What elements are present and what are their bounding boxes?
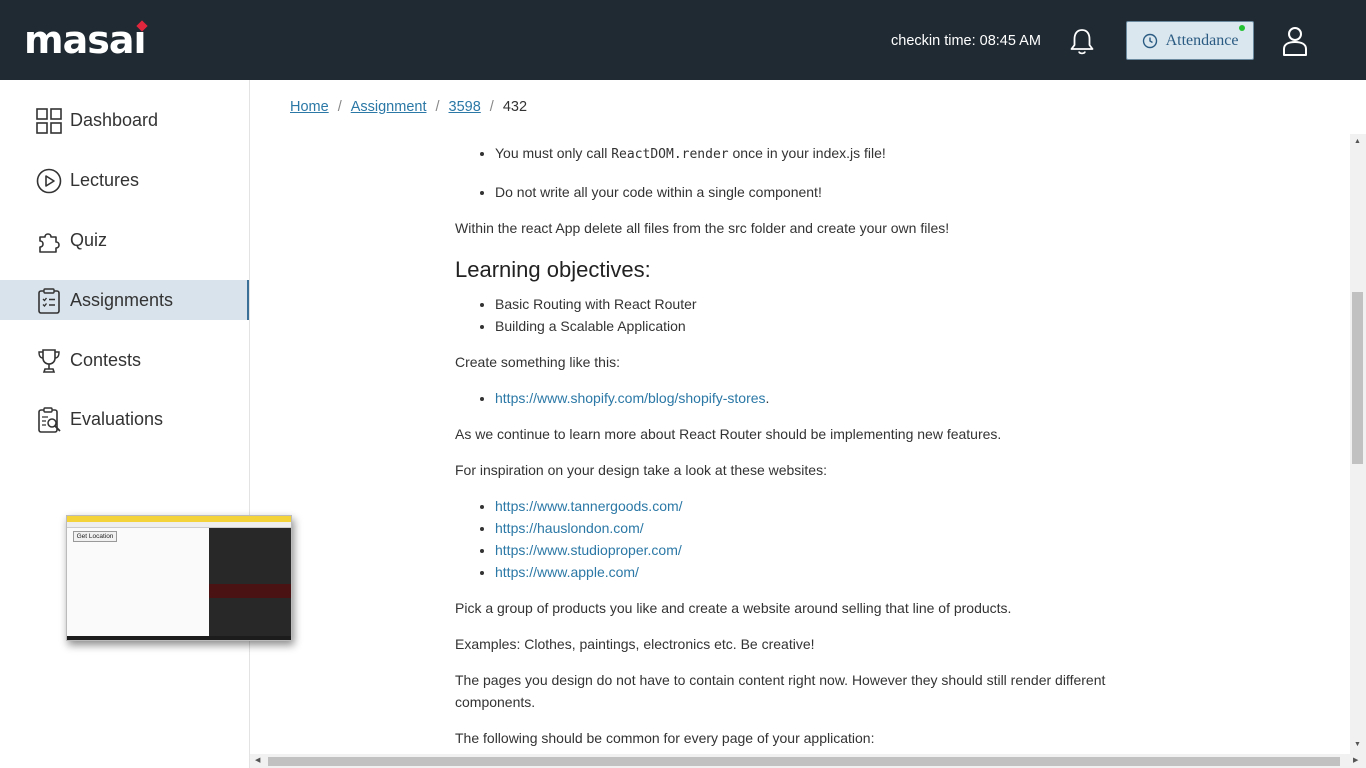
inspiration-link[interactable]: https://www.apple.com/ [495,564,639,580]
scroll-left-arrow-icon[interactable]: ◀ [255,757,260,765]
inline-code: ReactDOM.render [611,147,729,162]
sidebar-item-quiz[interactable]: Quiz [0,220,249,260]
paragraph: Pick a group of products you like and cr… [455,600,1012,616]
horizontal-scroll-thumb[interactable] [268,757,1340,766]
inspiration-item: https://hauslondon.com/ [495,517,1135,539]
grid-icon [36,108,62,134]
example-link[interactable]: https://www.shopify.com/blog/shopify-sto… [495,390,766,406]
clock-icon [1142,33,1157,48]
inspiration-link[interactable]: https://www.tannergoods.com/ [495,498,683,514]
user-icon[interactable] [1282,26,1308,56]
scroll-up-arrow-icon[interactable]: ▲ [1354,138,1361,146]
checkin-time: checkin time: 08:45 AM [891,33,1041,49]
paragraph: For inspiration on your design take a lo… [455,462,827,478]
inspiration-link[interactable]: https://hauslondon.com/ [495,520,644,536]
example-item: https://www.shopify.com/blog/shopify-sto… [495,387,1135,409]
sidebar-item-assignments[interactable]: Assignments [0,280,249,320]
sidebar-item-dashboard[interactable]: Dashboard [0,100,249,140]
objective-item: Basic Routing with React Router [495,293,1135,315]
paragraph: Within the react App delete all files fr… [455,220,950,236]
attendance-status-dot [1239,25,1245,31]
trophy-icon [38,349,60,373]
sidebar-item-label: Quiz [70,230,108,250]
sidebar-item-label: Contests [70,350,142,370]
attendance-button[interactable]: Attendance [1126,21,1254,60]
assignment-content[interactable]: You must only call ReactDOM.render once … [250,134,1350,754]
breadcrumb-id-link[interactable]: 3598 [449,99,481,115]
breadcrumb-separator: / [489,99,494,115]
sidebar: Dashboard Lectures Quiz Assignments Cont… [0,80,292,768]
scroll-down-arrow-icon[interactable]: ▼ [1354,741,1361,749]
horizontal-scrollbar[interactable]: ◀ ▶ [250,754,1366,768]
inspiration-link[interactable]: https://www.studioproper.com/ [495,542,682,558]
requirement-item: You must only call ReactDOM.render once … [495,142,1135,166]
breadcrumb-assignment-link[interactable]: Assignment [351,99,427,115]
vertical-scrollbar[interactable]: ▲ ▼ [1350,134,1366,754]
assignment-body: You must only call ReactDOM.render once … [455,134,1135,749]
breadcrumb-current: 432 [502,99,528,115]
paragraph: Create something like this: [455,354,620,370]
breadcrumb-separator: / [435,99,440,115]
inspiration-item: https://www.studioproper.com/ [495,539,1135,561]
paragraph: The following should be common for every… [455,730,875,746]
breadcrumb: Home / Assignment / 3598 / 432 [290,98,527,116]
top-navbar: masaı checkin time: 08:45 AM Attendance [0,0,1366,80]
masai-logo[interactable]: masaı [24,18,148,62]
paragraph: The pages you design do not have to cont… [455,672,1106,710]
sidebar-item-contests[interactable]: Contests [0,340,249,380]
sidebar-item-label: Dashboard [70,110,159,130]
breadcrumb-separator: / [337,99,342,115]
bell-icon[interactable] [1067,27,1097,57]
play-circle-icon [36,168,62,194]
breadcrumb-home-link[interactable]: Home [290,99,329,115]
sidebar-item-label: Assignments [70,290,174,310]
vertical-scroll-thumb[interactable] [1352,292,1363,464]
preview-get-location-button: Get Location [73,531,117,542]
scroll-right-arrow-icon[interactable]: ▶ [1353,757,1358,765]
inspiration-item: https://www.apple.com/ [495,561,1135,583]
inspiration-item: https://www.tannergoods.com/ [495,495,1135,517]
sidebar-item-evaluations[interactable]: Evaluations [0,399,249,439]
requirement-item: Do not write all your code within a sing… [495,181,1135,203]
paragraph: Examples: Clothes, paintings, electronic… [455,636,815,652]
evaluation-icon [38,407,61,433]
puzzle-icon [39,233,60,253]
section-heading: Learning objectives: [455,257,651,282]
clipboard-icon [38,288,60,314]
attendance-label: Attendance [1165,31,1239,49]
sidebar-item-label: Evaluations [70,409,164,429]
sidebar-item-label: Lectures [70,170,140,190]
objective-item: Building a Scalable Application [495,315,1135,337]
sidebar-item-lectures[interactable]: Lectures [0,160,249,200]
logo-dot [135,20,148,32]
paragraph: As we continue to learn more about React… [455,426,1002,442]
